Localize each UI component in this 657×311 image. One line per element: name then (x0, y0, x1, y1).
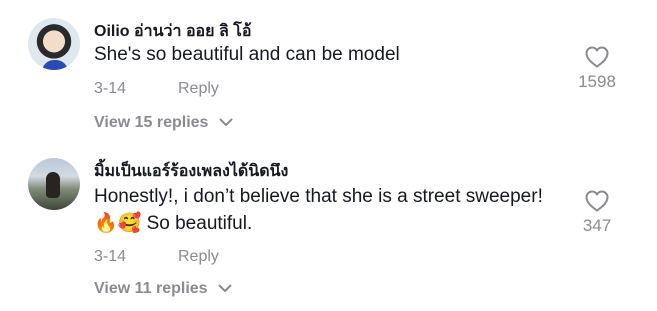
comment-date: 3-14 (94, 80, 127, 97)
comment-username[interactable]: มิ้มเป็นแอร์ร้องเพลงได้นิดนึง (94, 159, 288, 184)
like-button[interactable]: 1598 (567, 46, 627, 92)
reply-button[interactable]: Reply (178, 248, 219, 266)
comment-text: She's so beautiful and can be model (94, 44, 400, 65)
chevron-down-icon (219, 114, 233, 132)
comment-text: Honestly!, i don’t believe that she is a… (94, 186, 543, 234)
like-count: 1598 (578, 72, 616, 91)
view-replies-label: View 11 replies (94, 280, 208, 298)
comment-item: Oilio อ่านว่า ออย ลิ โอ้ She's so beauti… (0, 0, 657, 145)
view-replies-label: View 15 replies (94, 114, 209, 132)
comment-item: มิ้มเป็นแอร์ร้องเพลงได้นิดนึง Honestly!,… (0, 150, 657, 310)
avatar[interactable] (28, 18, 80, 70)
reply-button[interactable]: Reply (178, 80, 219, 98)
view-replies-button[interactable]: View 11 replies (94, 280, 232, 298)
heart-outline-icon (567, 46, 627, 68)
comment-date: 3-14 (94, 248, 127, 265)
chevron-down-icon (218, 280, 232, 298)
avatar[interactable] (28, 158, 80, 210)
heart-outline-icon (567, 190, 627, 212)
like-button[interactable]: 347 (567, 190, 627, 236)
like-count: 347 (582, 216, 612, 235)
view-replies-button[interactable]: View 15 replies (94, 114, 233, 132)
